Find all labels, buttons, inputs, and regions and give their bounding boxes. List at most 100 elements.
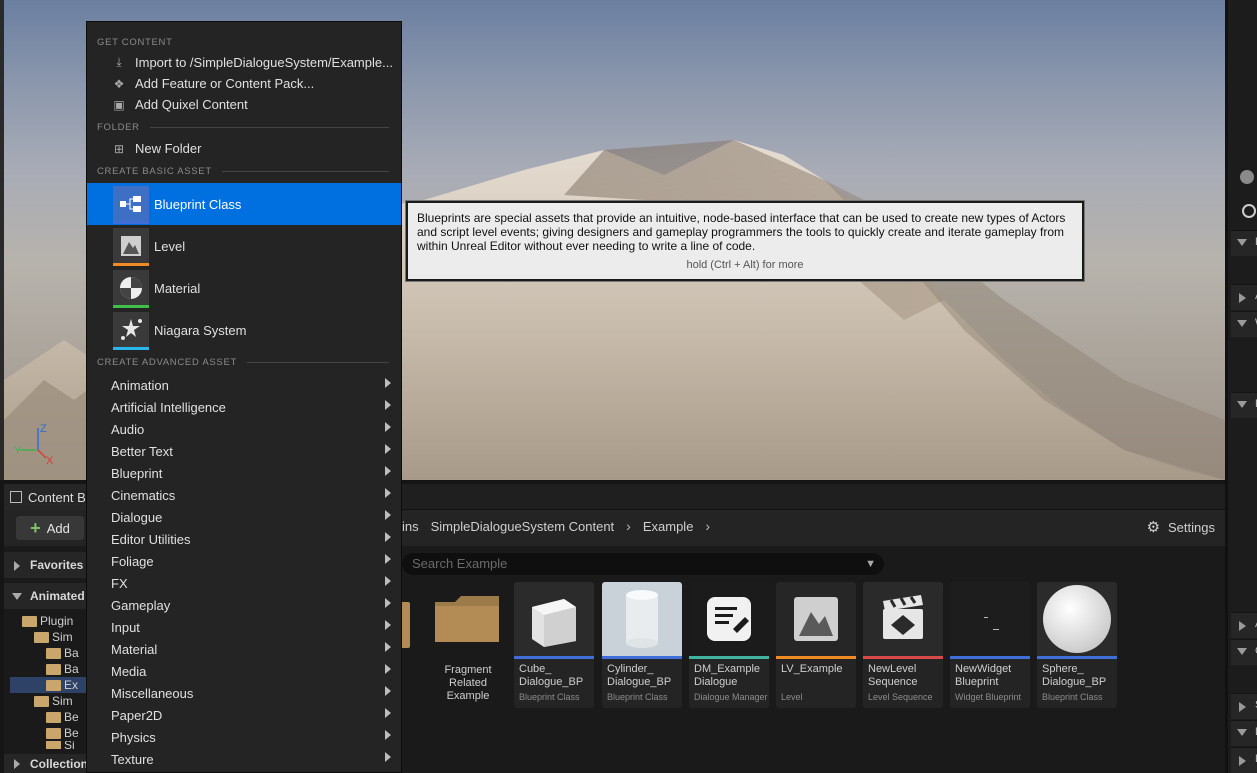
menu-item-blueprint-class[interactable]: Blueprint Class bbox=[87, 183, 401, 225]
menu-item-submenu[interactable]: Artificial Intelligence bbox=[87, 396, 401, 418]
chevron-right-icon bbox=[385, 400, 391, 410]
menu-item-label: Add Feature or Content Pack... bbox=[135, 76, 315, 91]
asset-tile[interactable]: LV_Example Level bbox=[776, 582, 856, 708]
tree-label: Sim bbox=[52, 630, 73, 644]
section-header: FOLDER bbox=[97, 121, 389, 133]
menu-item-submenu[interactable]: Paper2D bbox=[87, 704, 401, 726]
menu-item-submenu[interactable]: Foliage bbox=[87, 550, 401, 572]
tree-folder[interactable]: Sim bbox=[34, 693, 73, 709]
menu-item-submenu[interactable]: Material bbox=[87, 638, 401, 660]
material-icon bbox=[113, 270, 149, 308]
menu-item-level[interactable]: Level bbox=[87, 225, 401, 267]
menu-item-submenu[interactable]: Miscellaneous bbox=[87, 682, 401, 704]
search-icon[interactable] bbox=[1242, 204, 1256, 218]
menu-item-label: New Folder bbox=[135, 141, 202, 156]
menu-item-label: Material bbox=[111, 641, 158, 657]
menu-item-submenu[interactable]: Better Text bbox=[87, 440, 401, 462]
chevron-right-icon[interactable]: › bbox=[705, 518, 710, 534]
details-row[interactable]: A bbox=[1231, 612, 1257, 638]
asset-tile[interactable]: DM_Example Dialogue Dialogue Manager bbox=[689, 582, 769, 708]
tree-label: Sim bbox=[52, 694, 73, 708]
axis-z-label: Z bbox=[40, 423, 47, 435]
project-label: Animated bbox=[30, 589, 85, 603]
asset-folder[interactable]: Fragment Related Example bbox=[428, 582, 508, 708]
tooltip-hint: hold (Ctrl + Alt) for more bbox=[686, 259, 804, 271]
menu-item-submenu[interactable]: Blueprint bbox=[87, 462, 401, 484]
chevron-right-icon[interactable]: › bbox=[626, 518, 631, 534]
details-row[interactable]: P bbox=[1231, 392, 1257, 418]
chevron-right-icon bbox=[385, 466, 391, 476]
asset-tile[interactable]: Cube_ Dialogue_BP Blueprint Class bbox=[514, 582, 594, 708]
chevron-right-icon bbox=[385, 642, 391, 652]
axis-gizmo: Z Y X bbox=[12, 420, 62, 470]
details-row[interactable]: L bbox=[1231, 747, 1257, 773]
chevron-right-icon bbox=[385, 598, 391, 608]
breadcrumb-item[interactable]: SimpleDialogueSystem Content bbox=[431, 519, 615, 534]
details-row[interactable]: A bbox=[1231, 284, 1257, 310]
cube-thumbnail bbox=[514, 582, 594, 656]
details-row[interactable]: L bbox=[1231, 720, 1257, 746]
menu-item-submenu[interactable]: Animation bbox=[87, 374, 401, 396]
chevron-right-icon bbox=[385, 488, 391, 498]
details-row[interactable]: G bbox=[1231, 639, 1257, 665]
menu-item-submenu[interactable]: Audio bbox=[87, 418, 401, 440]
menu-item-material[interactable]: Material bbox=[87, 267, 401, 309]
tree-folder[interactable]: Be bbox=[46, 709, 79, 725]
asset-type: Dialogue Manager bbox=[694, 692, 768, 702]
menu-item-label: FX bbox=[111, 575, 128, 591]
gear-icon: ⚙ bbox=[1146, 519, 1161, 536]
collections-header[interactable]: Collection bbox=[4, 754, 88, 773]
search-placeholder: Search Example bbox=[412, 556, 508, 571]
asset-type: Level Sequence bbox=[868, 692, 933, 702]
tree-folder[interactable]: Ba bbox=[46, 645, 79, 661]
details-row[interactable]: R bbox=[1231, 230, 1257, 256]
asset-tile[interactable]: Cylinder_ Dialogue_BP Blueprint Class bbox=[602, 582, 682, 708]
add-button-label: Add bbox=[46, 520, 70, 536]
folder-icon bbox=[46, 647, 61, 659]
menu-item-submenu[interactable]: Texture bbox=[87, 748, 401, 770]
menu-item-add-feature[interactable]: ❖ Add Feature or Content Pack... bbox=[87, 73, 401, 94]
menu-item-label: Blueprint bbox=[111, 465, 163, 481]
search-input[interactable]: Search Example ▼ bbox=[402, 553, 884, 575]
asset-tile[interactable]: Sphere_ Dialogue_BP Blueprint Class bbox=[1037, 582, 1117, 708]
menu-item-label: Miscellaneous bbox=[111, 685, 194, 701]
breadcrumb-item[interactable]: Example bbox=[643, 519, 694, 534]
menu-item-submenu[interactable]: Cinematics bbox=[87, 484, 401, 506]
tree-folder[interactable]: Plugin bbox=[22, 613, 73, 629]
settings-button[interactable]: ⚙ Settings bbox=[1147, 518, 1215, 536]
tree-folder[interactable]: Si bbox=[46, 741, 75, 749]
breadcrumb-item[interactable]: ins bbox=[402, 519, 419, 534]
details-row[interactable]: S bbox=[1231, 693, 1257, 719]
chevron-down-icon[interactable]: ▼ bbox=[865, 553, 876, 575]
tree-folder[interactable]: Sim bbox=[34, 629, 73, 645]
menu-item-label: Better Text bbox=[111, 443, 173, 459]
menu-item-new-folder[interactable]: ⊞ New Folder bbox=[87, 138, 401, 159]
menu-item-submenu[interactable]: Editor Utilities bbox=[87, 528, 401, 550]
asset-tile[interactable]: NewWidget Blueprint Widget Blueprint bbox=[950, 582, 1030, 708]
chevron-right-icon bbox=[385, 664, 391, 674]
menu-item-submenu[interactable]: FX bbox=[87, 572, 401, 594]
tree-folder[interactable]: Ba bbox=[46, 661, 79, 677]
menu-item-import[interactable]: ⤓ Import to /SimpleDialogueSystem/Exampl… bbox=[87, 52, 401, 73]
menu-item-label: Editor Utilities bbox=[111, 531, 191, 547]
menu-item-label: Material bbox=[154, 280, 201, 296]
menu-item-submenu[interactable]: Physics bbox=[87, 726, 401, 748]
menu-item-niagara-system[interactable]: Niagara System bbox=[87, 309, 401, 351]
project-header[interactable]: Animated bbox=[4, 583, 86, 609]
asset-tile[interactable]: NewLevel Sequence Level Sequence bbox=[863, 582, 943, 708]
menu-item-quixel[interactable]: ▣ Add Quixel Content bbox=[87, 94, 401, 115]
menu-item-submenu[interactable]: Gameplay bbox=[87, 594, 401, 616]
menu-item-submenu[interactable]: Dialogue bbox=[87, 506, 401, 528]
level-sequence-thumbnail bbox=[863, 582, 943, 656]
menu-item-submenu[interactable]: Media bbox=[87, 660, 401, 682]
cylinder-thumbnail bbox=[602, 582, 682, 656]
add-button[interactable]: + Add bbox=[16, 516, 84, 540]
tree-folder[interactable]: Be bbox=[46, 725, 79, 741]
chevron-right-icon bbox=[385, 752, 391, 762]
tree-folder-selected[interactable]: Ex bbox=[10, 677, 86, 693]
dialogue-manager-icon bbox=[689, 582, 769, 656]
details-row[interactable]: W bbox=[1231, 311, 1257, 337]
favorites-header[interactable]: Favorites bbox=[4, 552, 86, 578]
menu-item-submenu[interactable]: Input bbox=[87, 616, 401, 638]
chevron-right-icon bbox=[14, 561, 20, 571]
